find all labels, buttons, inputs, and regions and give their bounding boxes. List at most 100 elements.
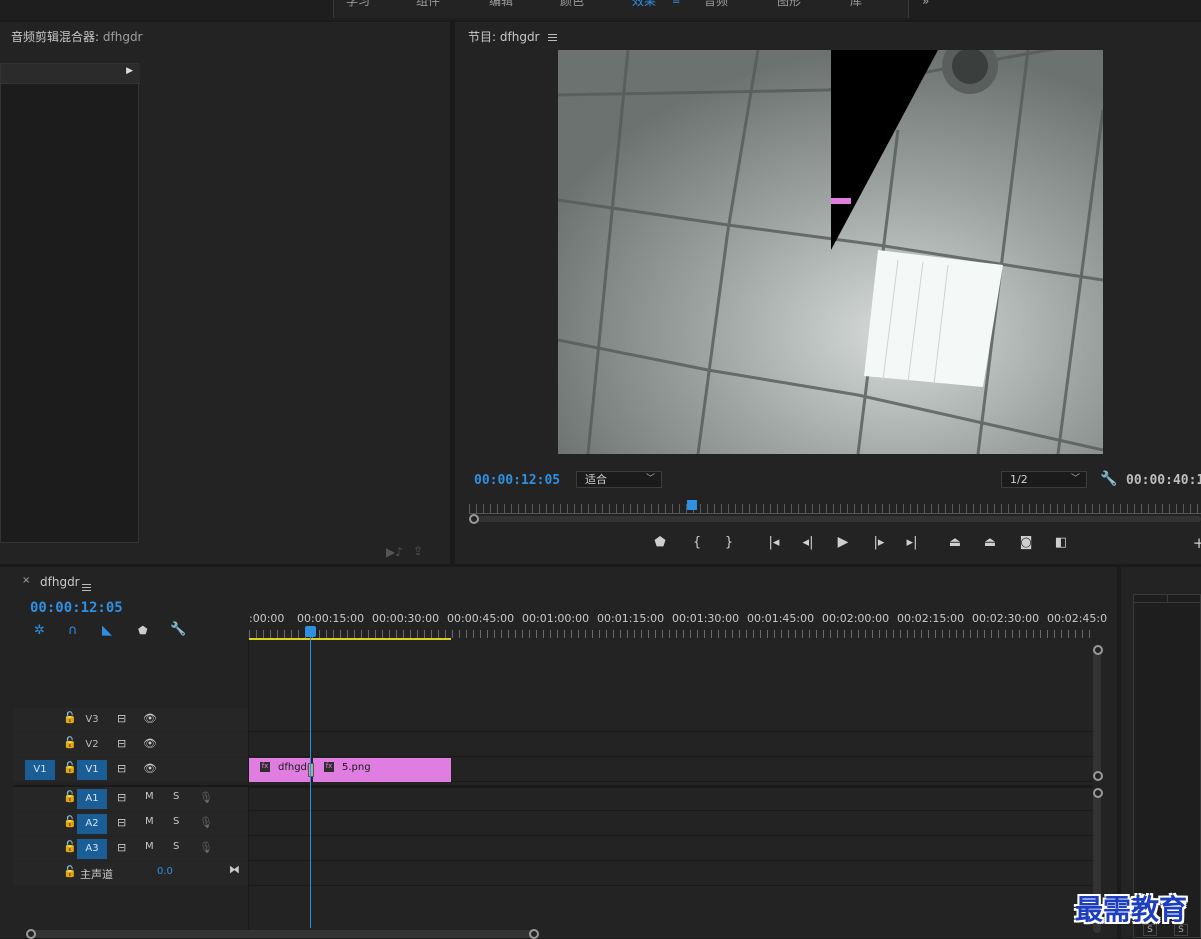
track-target-v2[interactable]: V2 xyxy=(77,735,107,755)
toggle-output-eye-icon[interactable]: 👁 xyxy=(143,762,157,775)
timeline-ruler-ticks[interactable] xyxy=(249,630,1091,638)
work-area-bar[interactable] xyxy=(249,638,451,640)
track-a3[interactable]: 🔓 A3 ⊟ M S 🎙 xyxy=(13,837,1093,861)
program-zoom-bar[interactable] xyxy=(469,516,1201,522)
microphone-icon[interactable]: 🎙 xyxy=(199,791,213,804)
lock-icon[interactable]: 🔓 xyxy=(63,815,77,828)
track-v3[interactable]: 🔓 V3 ⊟ 👁 xyxy=(13,708,1093,732)
mute-button[interactable]: M xyxy=(145,791,154,802)
sync-lock-icon[interactable]: ⊟ xyxy=(117,712,126,725)
lock-icon[interactable]: 🔓 xyxy=(63,790,77,803)
clip-dfhgdr[interactable]: fx dfhgdr. xyxy=(249,758,313,782)
snap-magnet-icon[interactable]: ∩ xyxy=(68,623,78,638)
resolution-dropdown[interactable]: 1/2 ﹀ xyxy=(1001,471,1087,488)
track-v2[interactable]: 🔓 V2 ⊟ 👁 xyxy=(13,733,1093,757)
timeline-menu-icon[interactable] xyxy=(82,584,91,591)
go-to-in-icon[interactable]: |◂ xyxy=(764,535,784,550)
track-target-v1[interactable]: V1 xyxy=(77,760,107,780)
microphone-icon[interactable]: 🎙 xyxy=(199,816,213,829)
video-scroll-handle-bottom[interactable] xyxy=(1093,771,1103,781)
track-v1[interactable]: V1 🔓 V1 ⊟ 👁 xyxy=(13,758,1093,782)
clip-5png[interactable]: fx 5.png xyxy=(313,758,451,782)
program-time-ruler[interactable] xyxy=(469,504,1201,514)
lift-icon[interactable]: ⏏ xyxy=(945,535,965,550)
video-scroll-handle-top[interactable] xyxy=(1093,645,1103,655)
fit-dropdown[interactable]: 适合 ﹀ xyxy=(576,471,662,488)
lock-icon[interactable]: 🔓 xyxy=(63,736,77,749)
timeline-current-timecode[interactable]: 00:00:12:05 xyxy=(30,600,123,616)
timeline-add-marker-icon[interactable]: ⬟ xyxy=(138,624,148,637)
lock-icon[interactable]: 🔓 xyxy=(63,711,77,724)
solo-button[interactable]: S xyxy=(173,791,179,802)
mute-button[interactable]: M xyxy=(145,841,154,852)
track-target-v3[interactable]: V3 xyxy=(77,710,107,730)
mixer-title[interactable]: 音频剪辑混合器: dfhgdr xyxy=(11,28,143,45)
solo-button[interactable]: S xyxy=(173,816,179,827)
program-current-timecode[interactable]: 00:00:12:05 xyxy=(474,473,560,488)
ws-tab-color[interactable]: 颜色 xyxy=(560,0,584,9)
wrench-icon[interactable]: 🔧 xyxy=(1100,471,1117,487)
extract-icon[interactable]: ⏏ xyxy=(980,535,1000,550)
video-vertical-scrollbar[interactable] xyxy=(1093,650,1101,778)
master-volume-value[interactable]: 0.0 xyxy=(157,866,173,877)
mixer-expand-arrow-icon[interactable]: ▶ xyxy=(126,66,133,76)
audio-scroll-handle-top[interactable] xyxy=(1093,788,1103,798)
mixer-title-label: 音频剪辑混合器 xyxy=(11,30,96,44)
toggle-output-eye-icon[interactable]: 👁 xyxy=(143,712,157,725)
add-marker-icon[interactable]: ⬟ xyxy=(650,535,670,550)
track-target-a1[interactable]: A1 xyxy=(77,789,107,809)
ws-tab-editing[interactable]: 编辑 xyxy=(489,0,513,9)
add-button-icon[interactable]: + xyxy=(1189,534,1201,552)
program-title[interactable]: 节目: dfhgdr xyxy=(468,28,557,45)
ws-tab-libraries[interactable]: 库 xyxy=(850,0,862,9)
track-master[interactable]: 🔓 主声道 0.0 ⧓ xyxy=(13,862,1093,886)
timeline-settings-wrench-icon[interactable]: 🔧 xyxy=(170,622,186,637)
source-patch-v1[interactable]: V1 xyxy=(25,760,55,780)
mark-out-icon[interactable]: } xyxy=(719,535,739,550)
sync-lock-icon[interactable]: ⊟ xyxy=(117,816,126,829)
program-menu-icon[interactable] xyxy=(547,34,557,41)
sync-lock-icon[interactable]: ⊟ xyxy=(117,737,126,750)
solo-button[interactable]: S xyxy=(173,841,179,852)
ws-tab-learn[interactable]: 学习 xyxy=(346,0,370,9)
track-target-a3[interactable]: A3 xyxy=(77,839,107,859)
go-to-master-icon[interactable]: ⧓ xyxy=(229,863,240,876)
track-target-a2[interactable]: A2 xyxy=(77,814,107,834)
mark-in-icon[interactable]: { xyxy=(687,535,707,550)
program-video-frame[interactable] xyxy=(558,50,1103,454)
lock-icon[interactable]: 🔓 xyxy=(63,840,77,853)
microphone-icon[interactable]: 🎙 xyxy=(199,841,213,854)
export-frame-camera-icon[interactable]: ◙ xyxy=(1016,535,1036,550)
track-a1[interactable]: 🔓 A1 ⊟ M S 🎙 xyxy=(13,787,1093,811)
sync-lock-icon[interactable]: ⊟ xyxy=(117,841,126,854)
mixer-audio-icon[interactable]: ▶♪ xyxy=(386,545,403,559)
lock-icon[interactable]: 🔓 xyxy=(63,761,77,774)
sync-lock-icon[interactable]: ⊟ xyxy=(117,762,126,775)
ws-tab-graphics[interactable]: 图形 xyxy=(777,0,801,9)
timeline-horizontal-scrollbar[interactable] xyxy=(30,930,535,938)
linked-selection-icon[interactable]: ◣ xyxy=(102,623,112,638)
program-playhead-icon[interactable] xyxy=(687,500,697,510)
step-back-icon[interactable]: ◂| xyxy=(798,535,818,550)
ws-tab-audio[interactable]: 音频 xyxy=(704,0,728,9)
play-icon[interactable]: ▶ xyxy=(833,534,853,550)
comparison-view-icon[interactable]: ◧ xyxy=(1051,535,1071,550)
transition-handle[interactable] xyxy=(308,763,314,777)
ws-menu-icon[interactable]: ≡ xyxy=(672,0,680,7)
mixer-export-icon[interactable]: ⇪ xyxy=(413,544,423,558)
ws-tab-effects[interactable]: 效果 xyxy=(632,0,656,9)
step-forward-icon[interactable]: |▸ xyxy=(869,535,889,550)
mixer-sequence-label: dfhgdr xyxy=(102,30,143,44)
program-zoom-handle[interactable] xyxy=(469,514,479,524)
ws-tab-assembly[interactable]: 组件 xyxy=(416,0,440,9)
track-a2[interactable]: 🔓 A2 ⊟ M S 🎙 xyxy=(13,812,1093,836)
nest-sequence-icon[interactable]: ✲ xyxy=(34,623,45,638)
mute-button[interactable]: M xyxy=(145,816,154,827)
go-to-out-icon[interactable]: ▸| xyxy=(902,535,922,550)
workspace-more-icon[interactable]: » xyxy=(922,0,929,8)
timeline-close-icon[interactable]: × xyxy=(22,575,30,586)
sync-lock-icon[interactable]: ⊟ xyxy=(117,791,126,804)
timeline-tab-label[interactable]: dfhgdr xyxy=(40,575,80,589)
lock-icon[interactable]: 🔓 xyxy=(63,865,77,878)
toggle-output-eye-icon[interactable]: 👁 xyxy=(143,737,157,750)
